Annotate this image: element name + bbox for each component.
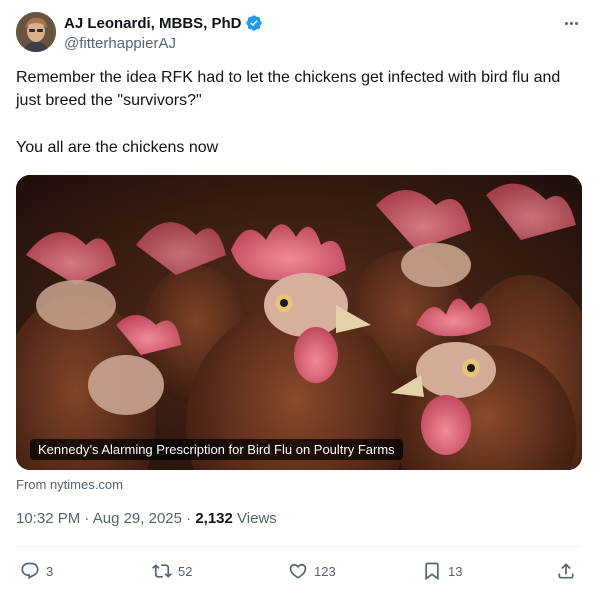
card-caption: Kennedy’s Alarming Prescription for Bird… [30, 439, 403, 460]
display-name[interactable]: AJ Leonardi, MBBS, PhD [64, 15, 242, 32]
bookmark-count: 13 [448, 563, 463, 579]
bookmark-button[interactable]: 13 [422, 558, 462, 584]
link-card[interactable]: Kennedy’s Alarming Prescription for Bird… [16, 175, 582, 470]
display-name-row: AJ Leonardi, MBBS, PhD [64, 13, 263, 33]
reply-count: 3 [46, 563, 54, 579]
retweet-count: 52 [178, 563, 193, 579]
views-label: Views [237, 510, 277, 527]
retweet-button[interactable]: 52 [152, 558, 192, 584]
more-horizontal-icon-dot [574, 21, 578, 25]
chickens-image [16, 175, 582, 470]
meta-separator: · [186, 510, 192, 527]
author-handle[interactable]: @fitterhappierAJ [64, 35, 263, 52]
tweet-time[interactable]: 10:32 PM [16, 510, 80, 527]
meta-separator: · [84, 510, 90, 527]
verified-badge-icon [245, 14, 263, 32]
author-names: AJ Leonardi, MBBS, PhD @fitterhappierAJ [64, 13, 263, 52]
avatar[interactable] [16, 12, 56, 52]
tweet-meta: 10:32 PM · Aug 29, 2025 · 2,132 Views [16, 510, 277, 527]
divider [16, 546, 582, 547]
reply-button[interactable]: 3 [20, 558, 53, 584]
retweet-icon [152, 564, 172, 578]
bookmark-icon [425, 562, 439, 581]
heart-icon [289, 563, 307, 579]
like-button[interactable]: 123 [288, 558, 336, 584]
more-horizontal-icon-dot [569, 21, 573, 25]
tweet-text-line-1: Remember the idea RFK had to let the chi… [16, 69, 561, 109]
reply-icon [21, 562, 39, 580]
tweet-text-line-2: You all are the chickens now [16, 139, 219, 156]
share-icon [558, 563, 574, 579]
views-count: 2,132 [195, 510, 233, 527]
more-horizontal-icon [564, 21, 568, 25]
card-source-link[interactable]: From nytimes.com [16, 477, 123, 492]
tweet-date[interactable]: Aug 29, 2025 [93, 510, 182, 527]
action-bar: 3 52 123 13 [16, 558, 582, 584]
like-count: 123 [314, 563, 336, 579]
more-options-button[interactable] [560, 14, 582, 32]
share-button[interactable] [556, 558, 576, 584]
tweet-header: AJ Leonardi, MBBS, PhD @fitterhappierAJ [16, 12, 582, 56]
tweet-text: Remember the idea RFK had to let the chi… [16, 66, 582, 159]
